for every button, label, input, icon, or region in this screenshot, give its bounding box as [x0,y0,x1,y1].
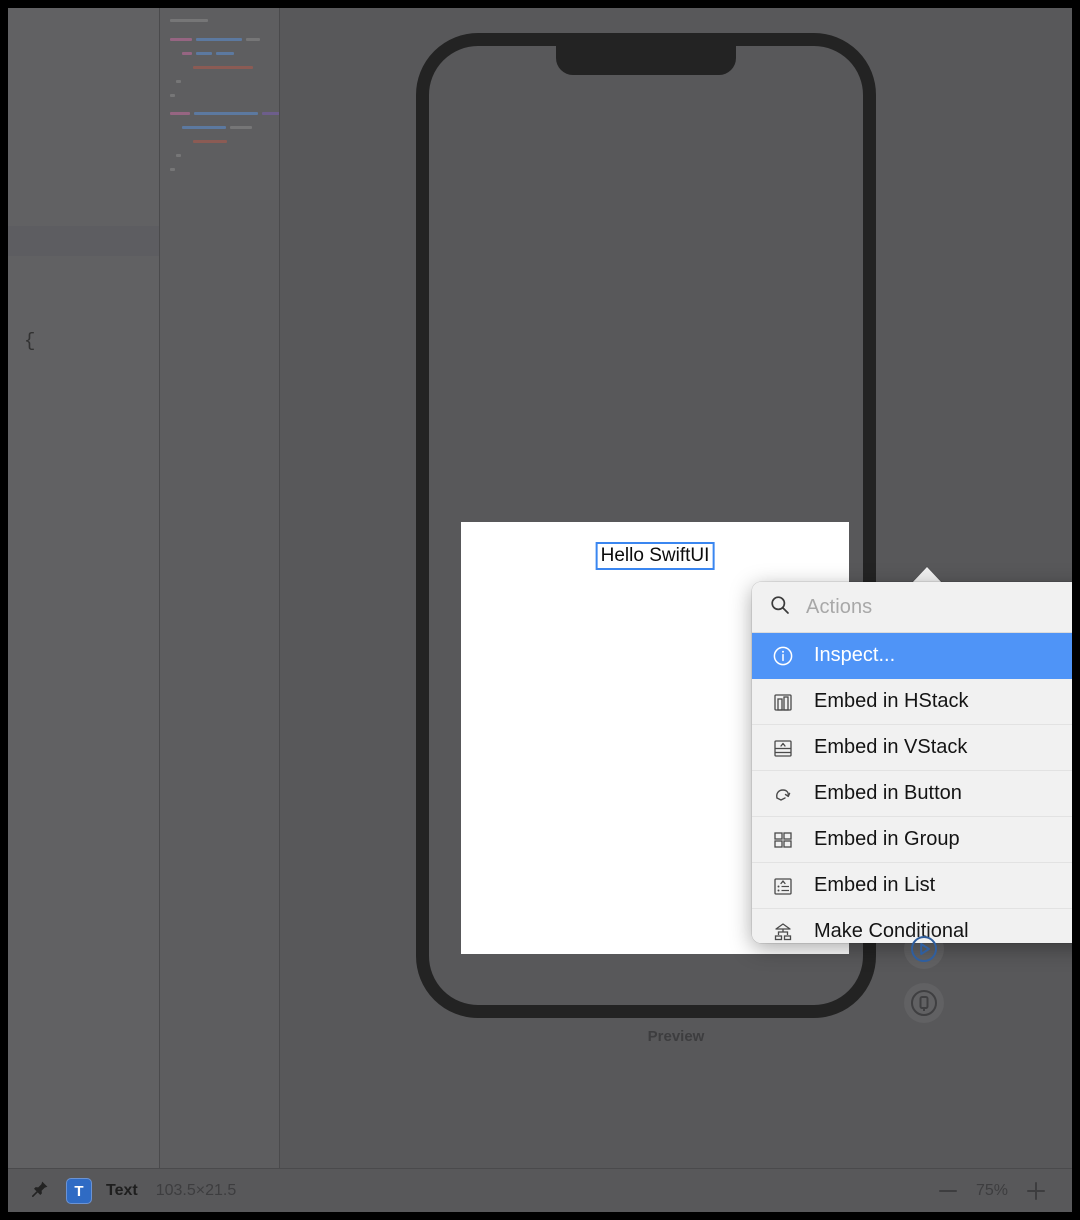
zoom-out-button[interactable] [936,1179,960,1203]
menu-item-label: Embed in List [814,874,936,896]
actions-search-row[interactable]: Actions [752,582,1072,633]
pin-icon[interactable] [30,1179,50,1204]
menu-item-label: Inspect... [814,644,896,666]
selected-text-element[interactable]: Hello SwiftUI [595,542,715,570]
canvas-status-bar: T Text 103.5×21.5 75% [8,1168,1072,1212]
status-bar-right: 75% [936,1179,1072,1203]
device-settings-button[interactable] [904,983,944,1023]
menu-item-label: Embed in VStack [814,736,968,758]
play-circle-icon [911,936,937,962]
status-type-label: Text [106,1182,138,1199]
editor-brace-glyph: { [24,330,36,352]
live-preview-button[interactable] [904,929,944,969]
menu-item-embed-vstack[interactable]: Embed in VStack [752,725,1072,771]
menu-item-label: Make Conditional [814,920,969,942]
search-icon [770,595,790,620]
vstack-icon [770,737,796,759]
xcode-window: { Hello SwiftUI Actions Inspect... Embed… [8,8,1072,1212]
menu-item-embed-list[interactable]: Embed in List [752,863,1072,909]
text-type-badge: T [66,1178,92,1204]
menu-item-embed-button[interactable]: Embed in Button [752,771,1072,817]
editor-code-thumbnail [160,8,302,200]
menu-item-label: Embed in Group [814,828,960,850]
menu-item-label: Embed in Button [814,782,962,804]
device-circle-icon [911,990,937,1016]
zoom-in-button[interactable] [1024,1179,1048,1203]
button-icon [770,783,796,805]
info-circle-icon [770,645,796,667]
menu-item-embed-hstack[interactable]: Embed in HStack [752,679,1072,725]
group-icon [770,829,796,851]
preview-label: Preview [647,1028,705,1045]
actions-popover[interactable]: Actions Inspect... Embed in HStack Embed… [752,582,1072,943]
menu-item-inspect[interactable]: Inspect... [752,633,1072,679]
actions-search-input[interactable]: Actions [806,596,872,619]
status-size-label: 103.5×21.5 [155,1182,237,1199]
hstack-icon [770,691,796,713]
status-bar-left: T Text 103.5×21.5 [8,1178,236,1204]
zoom-level-label: 75% [975,1182,1008,1199]
menu-item-label: Embed in HStack [814,690,969,712]
preview-canvas[interactable]: Hello SwiftUI Actions Inspect... Embed i… [280,8,1072,1168]
list-icon [770,875,796,897]
device-notch [556,45,736,75]
conditional-icon [770,921,796,943]
menu-item-embed-group[interactable]: Embed in Group [752,817,1072,863]
navigator-selected-row[interactable] [8,226,160,256]
project-navigator[interactable] [8,8,160,1168]
